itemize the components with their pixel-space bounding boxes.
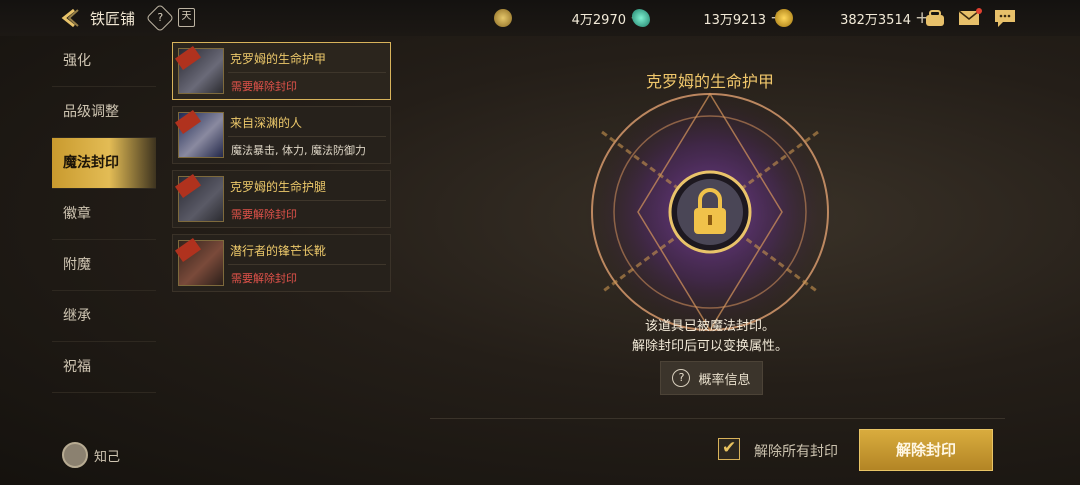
item-name: 潜行者的锋芒长靴 <box>230 244 327 258</box>
page-title: 铁匠铺 <box>90 10 136 28</box>
seal-message-line2: 解除封印后可以变换属性。 <box>631 339 788 354</box>
item-name: 来自深渊的人 <box>230 116 303 130</box>
magic-seal-emblem <box>585 92 835 337</box>
item-card[interactable]: 克罗姆的生命护腿 需要解除封印 <box>172 170 391 228</box>
mail-icon[interactable] <box>958 7 982 29</box>
help-icon[interactable]: ? <box>145 3 175 33</box>
armor-thumbnail <box>174 45 224 94</box>
release-seal-button[interactable]: 解除封印 <box>859 429 993 471</box>
item-name: 克罗姆的生命护甲 <box>230 52 327 66</box>
item-card[interactable]: 来自深渊的人 魔法暴击, 体力, 魔法防御力 <box>172 106 391 164</box>
tag-badge <box>174 109 202 135</box>
question-icon: ? <box>672 369 691 387</box>
divider <box>228 200 386 201</box>
sidebar-item-magic-seal[interactable]: 魔法封印 <box>52 138 156 189</box>
calendar-icon[interactable]: 天 <box>178 8 195 27</box>
seal-message-line1: 该道具已被魔法封印。 <box>644 319 775 334</box>
divider <box>228 72 386 73</box>
selected-item-title: 克罗姆的生命护甲 <box>645 72 774 91</box>
item-card[interactable]: 克罗姆的生命护甲 需要解除封印 <box>172 42 391 100</box>
sidebar-item-enhance[interactable]: 强化 <box>52 36 156 87</box>
chat-icon[interactable] <box>993 7 1017 29</box>
sidebar-item-blessing[interactable]: 祝福 <box>52 342 156 393</box>
top-bar: 铁匠铺 ? 天 4万2970 + 13万9213 + 382万3514 + <box>0 0 1080 36</box>
currency-value: 382万3514 <box>840 12 911 28</box>
divider <box>228 264 386 265</box>
back-arrow-icon[interactable] <box>58 6 82 30</box>
background <box>0 0 1080 485</box>
bottom-divider <box>430 418 1005 419</box>
sidebar: 强化 品级调整 魔法封印 徽章 附魔 继承 祝福 <box>52 36 156 393</box>
sidebar-item-enchant[interactable]: 附魔 <box>52 240 156 291</box>
item-name: 克罗姆的生命护腿 <box>230 180 327 194</box>
item-attributes: 魔法暴击, 体力, 魔法防御力 <box>231 144 366 157</box>
release-all-checkbox[interactable] <box>718 438 740 460</box>
gold-coin-icon <box>775 9 793 27</box>
release-all-label: 解除所有封印 <box>754 444 838 460</box>
currency-value: 13万9213 <box>703 12 766 28</box>
weapon-thumbnail <box>174 109 224 158</box>
sidebar-item-inherit[interactable]: 继承 <box>52 291 156 342</box>
item-status: 需要解除封印 <box>231 208 297 221</box>
item-status: 需要解除封印 <box>231 80 297 93</box>
item-status: 需要解除封印 <box>231 272 297 285</box>
currency-value: 4万2970 <box>571 12 626 28</box>
divider <box>228 136 386 137</box>
currency-gold: 382万3514 + <box>775 8 929 28</box>
c-coin-icon <box>494 9 512 27</box>
leggings-thumbnail <box>174 173 224 222</box>
boots-thumbnail <box>174 237 224 286</box>
tag-badge <box>174 45 202 71</box>
companion-label: 知己 <box>94 449 121 465</box>
bag-icon[interactable] <box>924 7 946 29</box>
sidebar-item-emblem[interactable]: 徽章 <box>52 189 156 240</box>
companion-icon <box>62 442 88 468</box>
item-card[interactable]: 潜行者的锋芒长靴 需要解除封印 <box>172 234 391 292</box>
probability-info-button[interactable]: ? 概率信息 <box>660 361 763 395</box>
help-glyph: ? <box>157 11 164 25</box>
tag-badge <box>174 173 202 199</box>
probability-info-label: 概率信息 <box>698 372 751 388</box>
currency-gold-c: 4万2970 + <box>494 8 644 28</box>
sidebar-item-grade[interactable]: 品级调整 <box>52 87 156 138</box>
tag-badge <box>174 237 202 263</box>
gem-icon <box>632 9 650 27</box>
currency-gem: 13万9213 + <box>632 8 784 28</box>
companion-button[interactable]: 知己 <box>62 442 120 468</box>
